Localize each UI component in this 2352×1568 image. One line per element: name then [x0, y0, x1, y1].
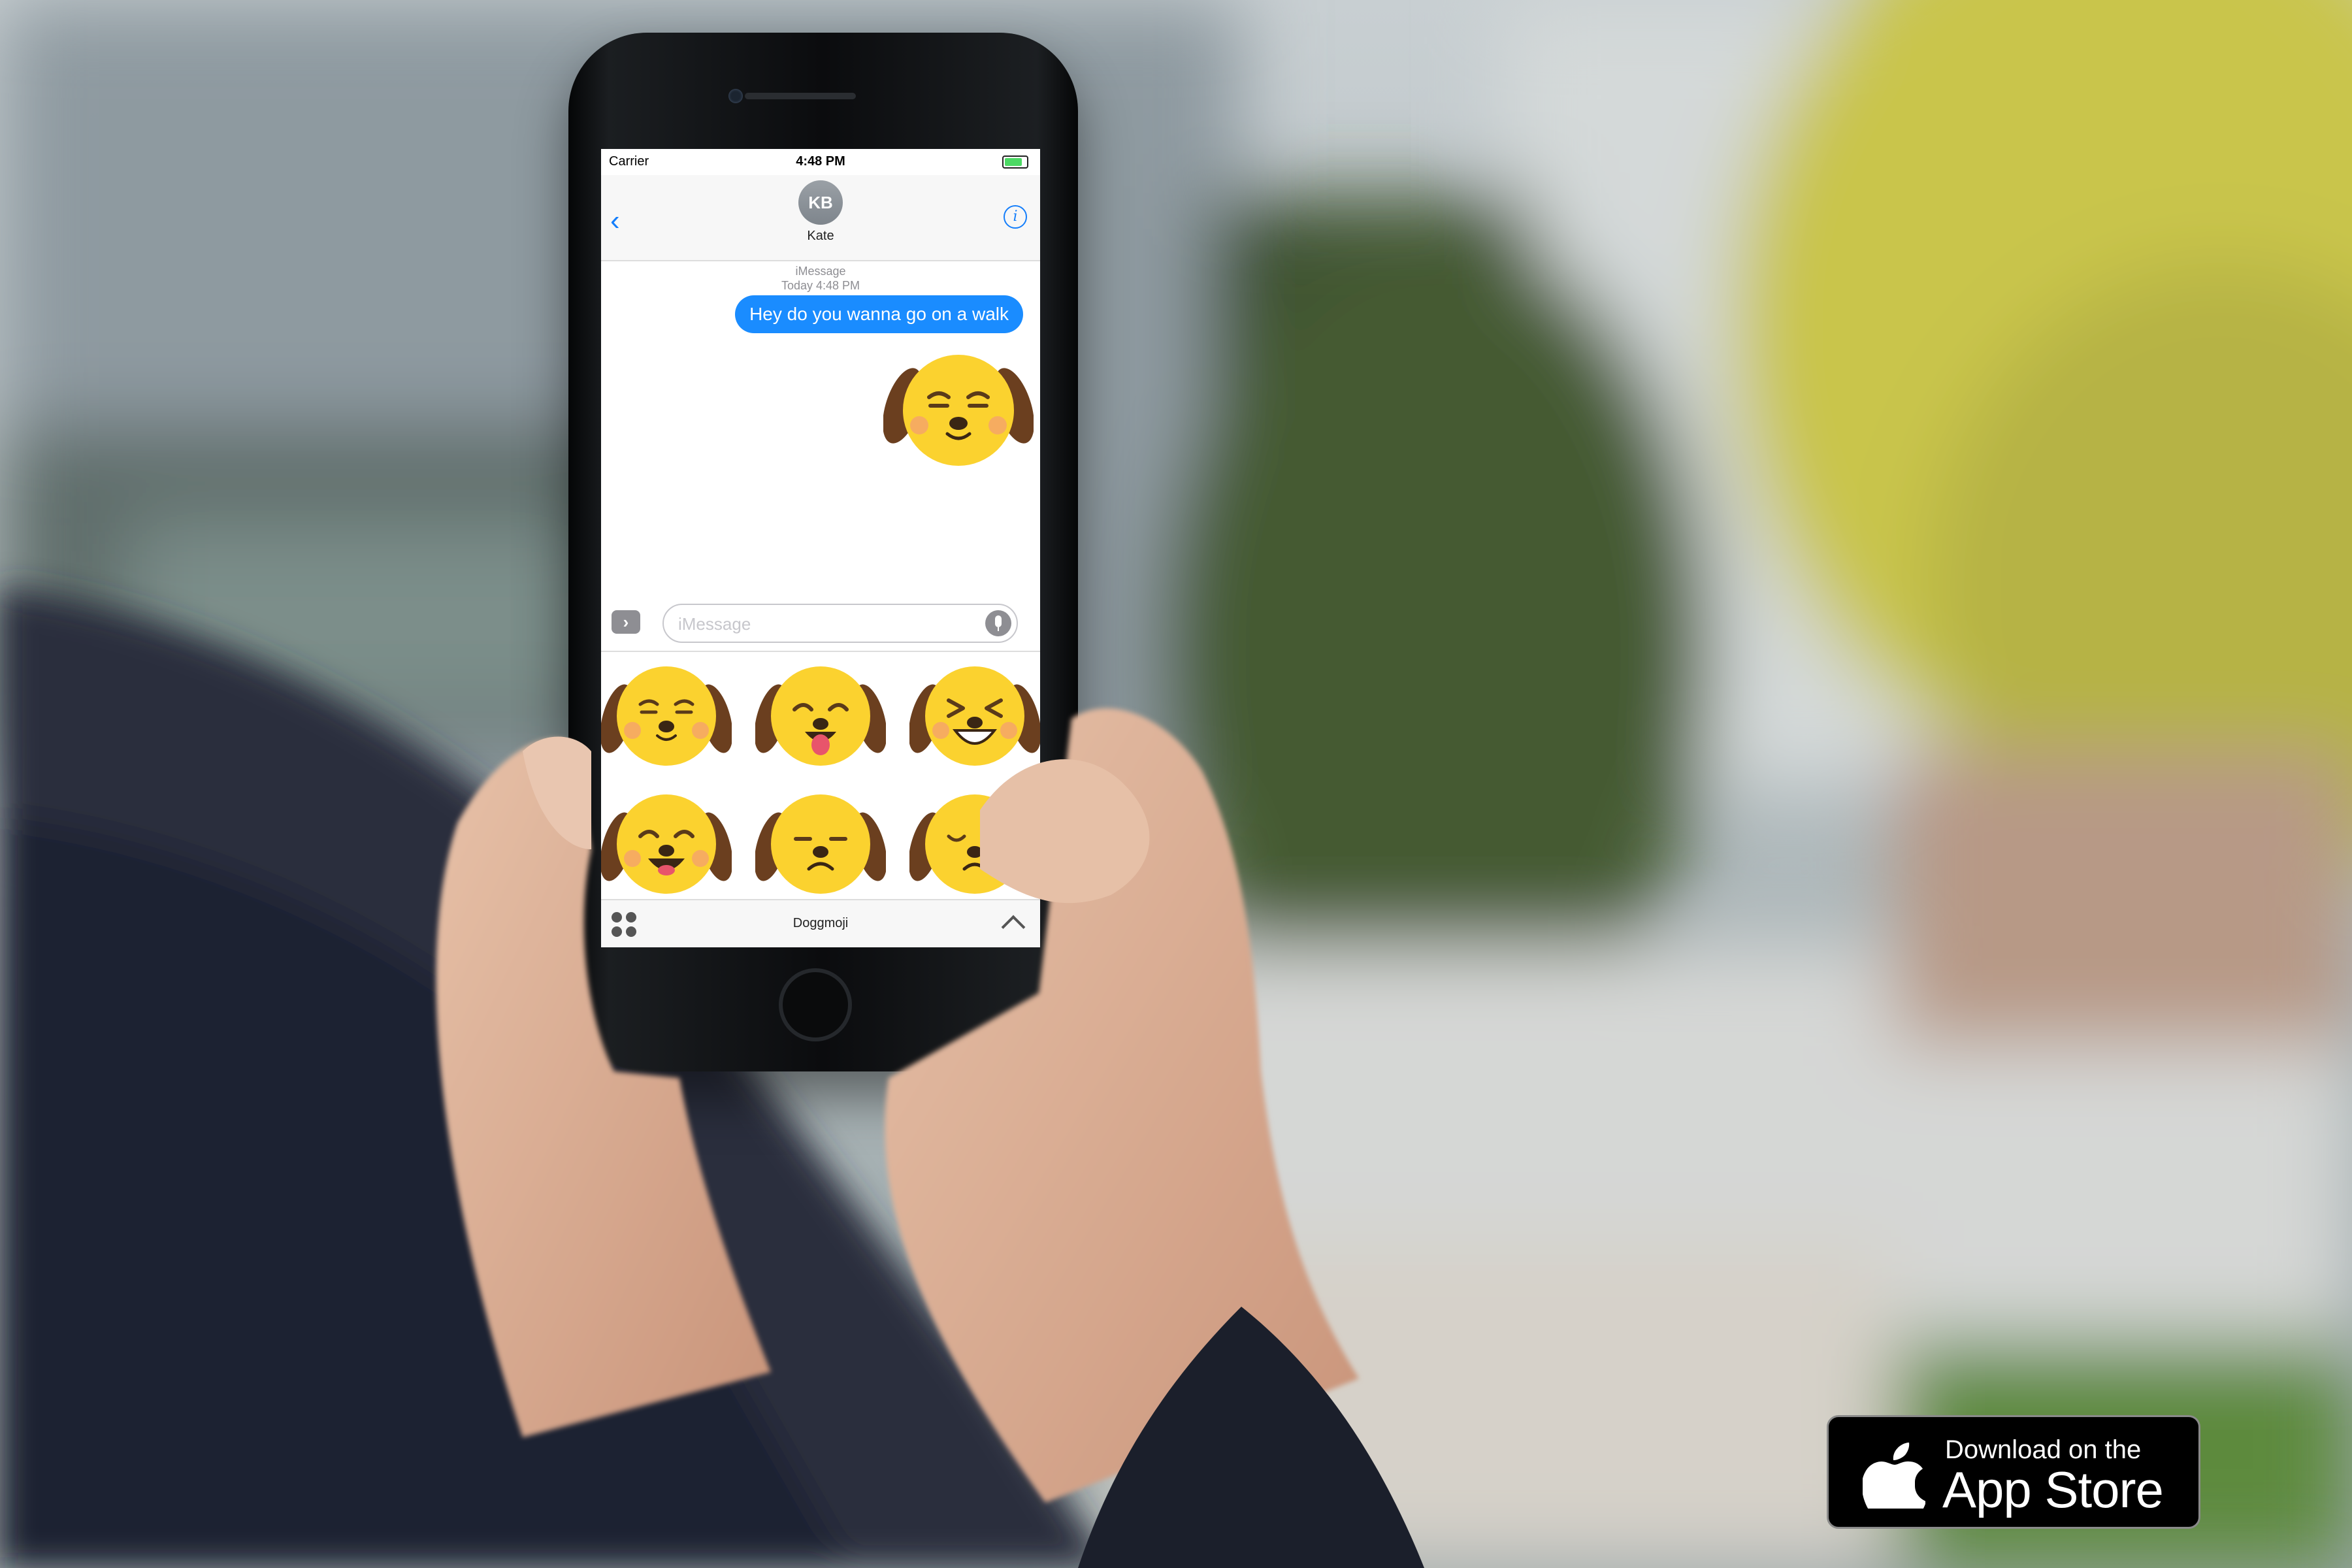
front-camera [728, 89, 743, 103]
message-input[interactable]: iMessage [662, 604, 1018, 643]
sticker-happy-dog[interactable] [601, 787, 732, 904]
message-input-placeholder: iMessage [678, 614, 751, 634]
sticker-sad-dog[interactable] [755, 787, 886, 904]
sticker-tongue-out-dog[interactable] [755, 659, 886, 776]
avatar-initials: KB [808, 192, 833, 212]
status-bar: Carrier 4:48 PM [601, 149, 1040, 175]
sticker-crying-dog[interactable] [909, 787, 1040, 904]
apple-logo-icon [1863, 1443, 1925, 1509]
badge-line-2: App Store [1942, 1461, 2164, 1518]
sticker-content-dog[interactable] [601, 659, 732, 776]
contact-name[interactable]: Kate [601, 229, 1040, 244]
microphone-icon[interactable] [985, 610, 1011, 636]
sticker-laughing-dog[interactable] [909, 659, 1040, 776]
avatar[interactable]: KB [798, 180, 843, 225]
app-drawer-bar: Doggmoji [601, 899, 1040, 947]
timestamp-label: Today 4:48 PM [781, 279, 860, 292]
conversation-header: ‹ KB Kate i [601, 175, 1040, 261]
phone-screen: Carrier 4:48 PM ‹ KB Kate i iMessage Tod… [601, 149, 1040, 947]
app-store-badge[interactable]: Download on the App Store [1827, 1415, 2200, 1529]
earpiece [745, 93, 856, 99]
sticker-drawer [601, 651, 1040, 900]
sent-sticker-content-dog[interactable] [883, 350, 1034, 471]
outgoing-message-bubble[interactable]: Hey do you wanna go on a walk [735, 295, 1023, 333]
compose-row: › iMessage [601, 601, 1040, 645]
message-meta: iMessage Today 4:48 PM [601, 264, 1040, 293]
blurred-background-photo [0, 0, 2352, 1568]
info-icon[interactable]: i [1004, 205, 1027, 229]
service-label: iMessage [795, 265, 846, 278]
battery-icon [1002, 155, 1028, 169]
app-drawer-toggle-button[interactable]: › [612, 610, 640, 634]
app-name-label: Doggmoji [792, 916, 849, 930]
home-button[interactable] [779, 968, 852, 1041]
status-time: 4:48 PM [796, 154, 845, 169]
